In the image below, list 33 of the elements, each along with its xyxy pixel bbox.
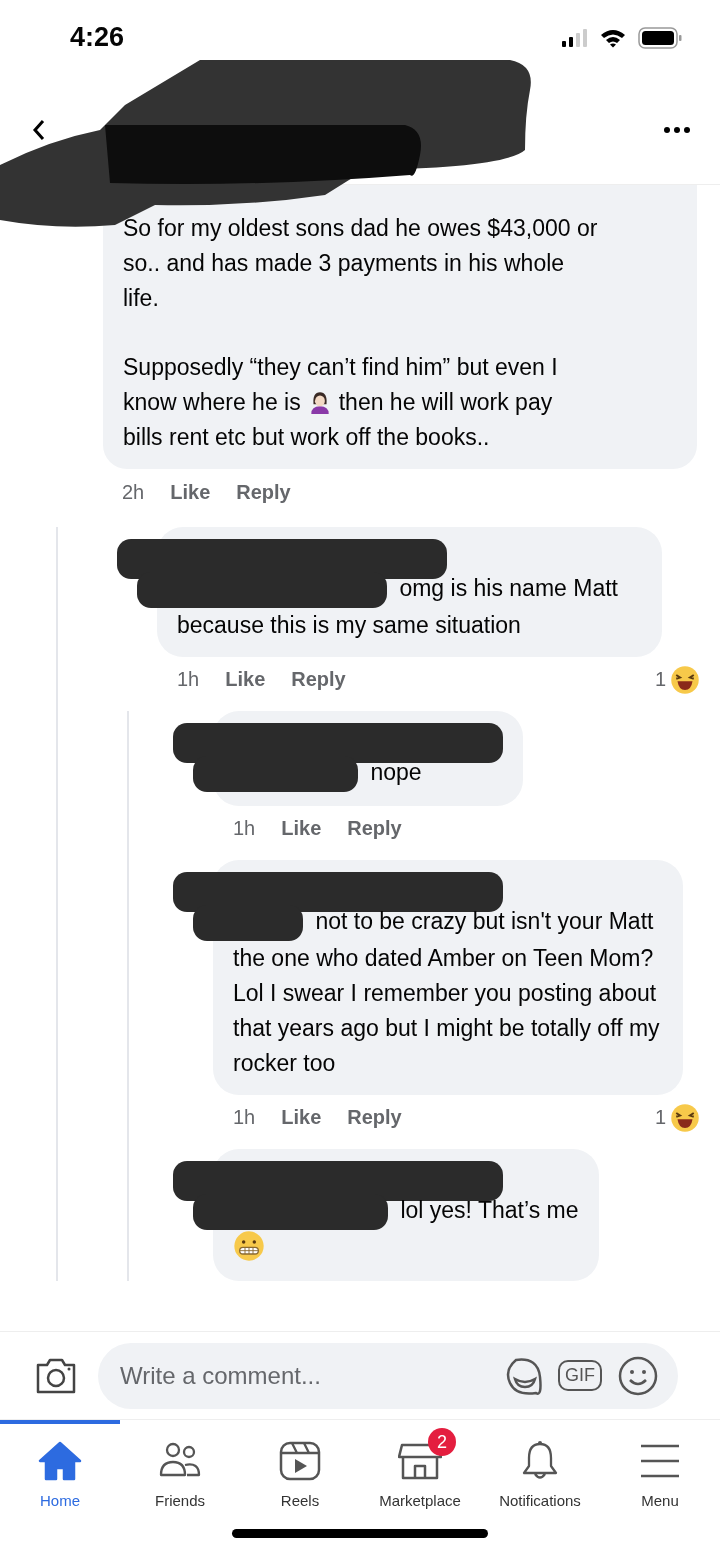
reaction-count: 1 bbox=[654, 668, 666, 692]
nav-tab[interactable]: Friends bbox=[120, 1420, 240, 1525]
like-link[interactable]: Like bbox=[281, 817, 322, 841]
comment-field[interactable]: Write a comment... GIF bbox=[98, 1342, 678, 1409]
nav-tab[interactable]: 2 Marketplace bbox=[360, 1420, 480, 1525]
nav-tab[interactable]: Reels bbox=[240, 1420, 360, 1525]
comment-text: then he will work pay bbox=[338, 389, 553, 415]
comment-time: 1h bbox=[177, 668, 200, 692]
comment-time: 1h bbox=[233, 817, 256, 841]
like-link[interactable]: Like bbox=[170, 480, 211, 504]
status-time: 4:26 bbox=[70, 22, 125, 53]
comment-text: nope bbox=[370, 758, 422, 785]
nav-tab[interactable]: Notifications bbox=[480, 1420, 600, 1525]
reply-link[interactable]: Reply bbox=[236, 480, 291, 504]
reply-link[interactable]: Reply bbox=[347, 817, 402, 841]
comment-text: life. bbox=[123, 285, 159, 311]
comment-time: 2h bbox=[122, 480, 145, 504]
comment-time: 1h bbox=[233, 1106, 256, 1130]
notification-badge: 2 bbox=[428, 1428, 456, 1456]
gif-button[interactable]: GIF bbox=[558, 1360, 602, 1391]
nav-tab[interactable]: Menu bbox=[600, 1420, 720, 1525]
comment-text: know where he is bbox=[123, 389, 301, 415]
comment-text: so.. and has made 3 payments in his whole bbox=[123, 250, 565, 276]
comment-text: bills rent etc but work off the books.. bbox=[123, 424, 490, 450]
like-link[interactable]: Like bbox=[281, 1106, 322, 1130]
comment-text: So for my oldest sons dad he owes $43,000 or bbox=[123, 215, 598, 241]
reply-link[interactable]: Reply bbox=[291, 668, 346, 692]
nav-tab[interactable]: Home bbox=[0, 1420, 120, 1525]
comment-text: Supposedly “they can’t find him” but even I bbox=[123, 354, 558, 380]
reaction-count: 1 bbox=[654, 1106, 666, 1130]
comment-text: lol yes! That’s me bbox=[400, 1196, 579, 1223]
reply-link[interactable]: Reply bbox=[347, 1106, 402, 1130]
like-link[interactable]: Like bbox=[225, 668, 266, 692]
